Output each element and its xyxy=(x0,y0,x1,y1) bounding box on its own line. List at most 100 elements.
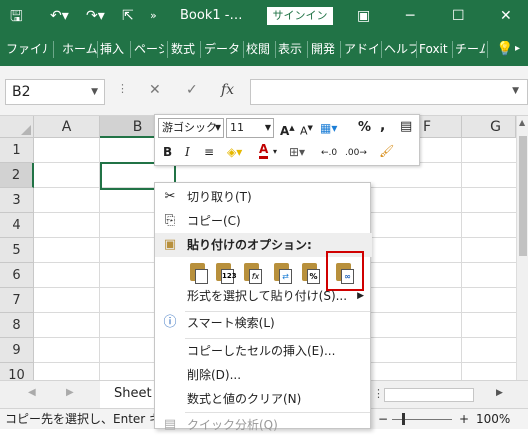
scroll-thumb[interactable] xyxy=(519,136,527,256)
chevron-down-icon[interactable]: ▼ xyxy=(215,119,221,137)
quick-analysis-icon: ▤ xyxy=(163,417,177,432)
zoom-out-icon[interactable]: − xyxy=(378,409,388,429)
align-center-icon[interactable]: ≡ xyxy=(204,144,214,160)
enter-icon[interactable]: ✓ xyxy=(186,82,198,98)
tab-home[interactable]: ホーム xyxy=(62,41,98,57)
paste-formulas-label: fx xyxy=(249,269,262,284)
tab-file[interactable]: ファイル xyxy=(6,41,48,57)
decrease-decimal-icon[interactable]: .00→ xyxy=(345,145,367,161)
format-painter-icon[interactable]: 🖌 xyxy=(379,143,394,159)
tab-help[interactable]: ヘルプ xyxy=(384,41,416,57)
insert-function-icon[interactable]: fx xyxy=(221,82,234,98)
tab-formulas[interactable]: 数式 xyxy=(171,41,197,57)
prev-sheet-icon[interactable]: ◀ xyxy=(28,387,36,398)
formula-input[interactable]: ▼ xyxy=(250,79,528,105)
row-header-3[interactable]: 3 xyxy=(0,188,34,213)
menu-item-insert-copied[interactable]: コピーしたセルの挿入(E)... xyxy=(155,339,372,363)
tab-foxit[interactable]: Foxit xyxy=(419,41,451,57)
menu-item-delete[interactable]: 削除(D)... xyxy=(155,363,372,387)
redo-icon[interactable]: ↷▾ xyxy=(86,7,105,25)
menu-item-quick-analysis[interactable]: ▤ クイック分析(Q) xyxy=(155,413,372,437)
tab-insert[interactable]: 挿入 xyxy=(100,41,126,57)
menu-item-copy[interactable]: ⎘ コピー(C) xyxy=(155,209,372,233)
menu-item-smart-lookup[interactable]: ⓘ スマート検索(L) xyxy=(155,311,372,335)
zoom-slider[interactable] xyxy=(392,419,452,420)
select-cursor-icon[interactable]: ⇱ xyxy=(122,7,134,25)
ribbon-tabs: ファイル ホーム 挿入 ページ 数式 データ 校閲 表示 開発 アドイ ヘルプ … xyxy=(0,33,528,66)
zoom-in-icon[interactable]: + xyxy=(459,409,469,429)
scissors-icon: ✂ xyxy=(164,189,176,204)
tab-review[interactable]: 校閲 xyxy=(246,41,272,57)
tab-data[interactable]: データ xyxy=(204,41,240,57)
increase-decimal-icon[interactable]: ←.0 xyxy=(321,145,337,161)
column-header-g[interactable]: G xyxy=(462,116,516,138)
chevron-down-icon[interactable]: ▼ xyxy=(265,119,271,137)
save-icon[interactable]: 🖫 xyxy=(10,7,23,25)
menu-item-label: 形式を選択して貼り付け(S)... xyxy=(187,289,348,303)
more-commands-icon[interactable]: » xyxy=(150,7,157,25)
name-box[interactable]: B2 ▼ xyxy=(5,79,105,105)
minimize-icon[interactable]: ─ xyxy=(406,7,414,25)
percent-style-button[interactable]: % xyxy=(358,120,371,136)
chevron-down-icon[interactable]: ▼ xyxy=(91,80,98,104)
row-header-4[interactable]: 4 xyxy=(0,213,34,238)
paste-formatting-label: % xyxy=(307,269,320,284)
ribbon-scroll-right-icon[interactable]: ▸ xyxy=(515,41,520,57)
font-size-field[interactable]: 11 ▼ xyxy=(226,118,274,138)
tab-addins[interactable]: アドイ xyxy=(344,41,378,57)
vertical-dots-icon: ⋮ xyxy=(117,82,128,95)
undo-icon[interactable]: ↶▾ xyxy=(50,7,69,25)
tab-page[interactable]: ページ xyxy=(134,41,164,57)
row-header-7[interactable]: 7 xyxy=(0,288,34,313)
sheet-tab[interactable]: Sheet xyxy=(100,381,156,408)
row-header-8[interactable]: 8 xyxy=(0,313,34,338)
zoom-level[interactable]: 100% xyxy=(476,409,510,429)
zoom-slider-handle[interactable] xyxy=(402,413,405,425)
title-bar: 🖫 ↶▾ ↷▾ ⇱ » Book1 -… サインイン ▣ ─ ☐ ✕ xyxy=(0,0,528,33)
menu-item-label: コピーしたセルの挿入(E)... xyxy=(187,344,336,358)
increase-font-icon[interactable]: A▲ xyxy=(280,120,295,139)
menu-item-cut[interactable]: ✂ 切り取り(T) xyxy=(155,185,372,209)
gridline xyxy=(461,138,462,380)
vertical-scrollbar[interactable]: ▲ xyxy=(516,116,528,380)
tab-developer[interactable]: 開発 xyxy=(311,41,337,57)
ribbon-display-icon[interactable]: ▣ xyxy=(357,7,370,25)
signin-button[interactable]: サインイン xyxy=(267,7,333,25)
close-icon[interactable]: ✕ xyxy=(500,7,512,25)
maximize-icon[interactable]: ☐ xyxy=(452,7,465,25)
comma-style-button[interactable]: , xyxy=(380,118,385,134)
scroll-up-icon[interactable]: ▲ xyxy=(519,118,525,127)
copy-icon: ⎘ xyxy=(164,213,176,228)
horizontal-scroll-thumb[interactable] xyxy=(384,388,474,402)
tab-team[interactable]: チーム xyxy=(455,41,485,57)
column-header-a[interactable]: A xyxy=(34,116,100,138)
chevron-down-icon[interactable]: ▾ xyxy=(273,144,277,160)
number-format-icon[interactable]: ▦▾ xyxy=(320,120,337,136)
row-header-6[interactable]: 6 xyxy=(0,263,34,288)
formula-bar: B2 ▼ ⋮ ✕ ✓ fx ▼ xyxy=(0,66,528,116)
format-table-icon[interactable]: ▤ xyxy=(400,119,412,135)
next-sheet-icon[interactable]: ▶ xyxy=(66,387,74,398)
status-message: コピー先を選択し、Enter キー xyxy=(5,412,174,426)
lightbulb-icon[interactable]: 💡 xyxy=(496,41,513,57)
row-header-9[interactable]: 9 xyxy=(0,338,34,363)
decrease-font-icon[interactable]: A▼ xyxy=(300,120,313,140)
font-name-field[interactable]: 游ゴシック ▼ xyxy=(158,118,224,138)
bold-icon[interactable]: B xyxy=(163,144,172,160)
select-all-corner[interactable] xyxy=(0,116,34,138)
menu-item-clear[interactable]: 数式と値のクリア(N) xyxy=(155,387,372,411)
borders-icon[interactable]: ⊞▾ xyxy=(289,144,305,160)
row-header-10[interactable]: 10 xyxy=(0,363,34,380)
row-header-1[interactable]: 1 xyxy=(0,138,34,163)
italic-icon[interactable]: I xyxy=(185,144,190,160)
menu-item-paste-special[interactable]: 形式を選択して貼り付け(S)... ▶ xyxy=(155,284,372,308)
row-header-5[interactable]: 5 xyxy=(0,238,34,263)
row-header-2[interactable]: 2 xyxy=(0,163,34,188)
scroll-right-icon[interactable]: ▶ xyxy=(496,388,503,398)
fill-color-icon[interactable]: ◈▾ xyxy=(227,144,242,160)
chevron-down-icon[interactable]: ▼ xyxy=(512,86,519,96)
cancel-icon[interactable]: ✕ xyxy=(149,82,161,98)
font-color-icon[interactable]: A xyxy=(259,142,269,159)
menu-item-label: スマート検索(L) xyxy=(187,316,275,330)
tab-view[interactable]: 表示 xyxy=(278,41,304,57)
